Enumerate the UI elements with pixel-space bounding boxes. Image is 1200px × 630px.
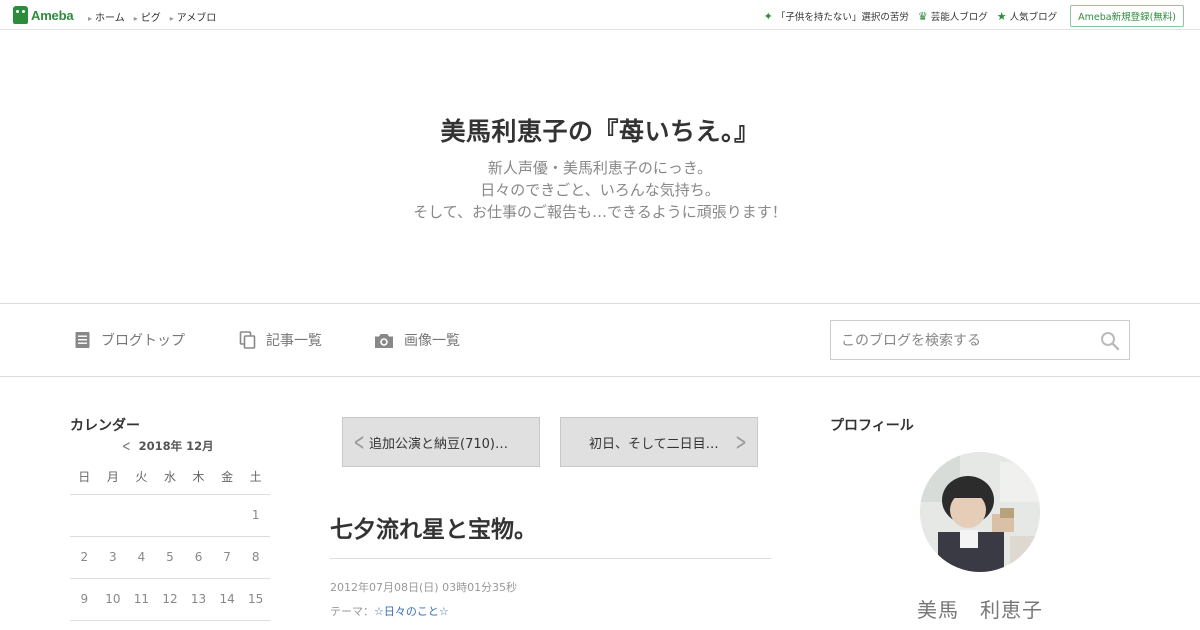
celebrity-blog-label: 芸能人ブログ <box>930 12 988 23</box>
nav-blog-top[interactable]: ブログトップ <box>74 330 185 350</box>
top-right-links: ✦ 「子供を持たない」選択の苦労 ♛ 芸能人ブログ ★ 人気ブログ Ameba新… <box>764 5 1184 27</box>
ameba-logo-text: Ameba <box>31 7 74 23</box>
entry-theme-label: テーマ： <box>330 605 374 618</box>
camera-icon <box>375 333 393 348</box>
entry-date: 2012年07月08日(日) 03時01分35秒 <box>330 581 518 594</box>
weekday: 土 <box>241 460 270 495</box>
calendar-month: 2018年 12月 <box>138 439 214 453</box>
calendar-day: 12 <box>155 578 185 621</box>
weekday: 木 <box>184 460 213 495</box>
calendar-day: 14 <box>212 578 242 621</box>
profile-name[interactable]: 美馬 利恵子 <box>830 594 1130 623</box>
calendar-day <box>127 494 156 537</box>
blog-description-line: 新人声優・美馬利恵子のにっき。 <box>487 159 713 177</box>
nav-blog-top-label: ブログトップ <box>101 333 185 349</box>
chevron-right-icon: > <box>735 428 747 456</box>
calendar-day <box>155 494 185 537</box>
calendar-day: 7 <box>212 536 242 579</box>
popular-blog-label: 人気ブログ <box>1009 12 1058 23</box>
sparkle-icon: ✦ <box>763 9 773 23</box>
weekday: 日 <box>70 460 99 495</box>
top-nav-ameblo[interactable]: アメブロ <box>170 9 217 24</box>
calendar-day <box>70 494 99 537</box>
nav-image-list[interactable]: 画像一覧 <box>374 330 460 350</box>
nav-article-list-label: 記事一覧 <box>266 333 322 349</box>
calendar-day: 13 <box>184 578 213 621</box>
prev-article-button[interactable]: < 追加公演と納豆(710)… <box>342 417 540 467</box>
calendar-day: 5 <box>155 536 185 579</box>
calendar-day <box>98 494 128 537</box>
top-nav-pigg[interactable]: ピグ <box>134 9 161 24</box>
avatar-image <box>920 452 1040 572</box>
prev-article-label: 追加公演と納豆(710)… <box>369 436 508 452</box>
blog-title[interactable]: 美馬利恵子の『苺いちえ。』 <box>0 112 1200 148</box>
copy-icon <box>239 331 256 349</box>
blog-description-line: そして、お仕事のご報告も…できるように頑張ります！ <box>413 203 787 221</box>
calendar-day: 9 <box>70 578 99 621</box>
chevron-left-icon[interactable]: < <box>122 437 131 455</box>
calendar-month-header: < 2018年 12月 <box>120 437 214 455</box>
calendar-week: 9 10 11 12 13 14 15 <box>70 578 270 621</box>
calendar-day <box>184 494 213 537</box>
entry-theme: テーマ：☆日々のこと☆ <box>330 603 449 619</box>
calendar-day: 3 <box>98 536 128 579</box>
calendar-table: 日 月 火 水 木 金 土 1 2 3 4 5 6 7 8 9 10 11 12… <box>70 460 270 621</box>
celebrity-blog-link[interactable]: ♛ 芸能人ブログ <box>917 9 988 24</box>
weekday: 月 <box>98 460 128 495</box>
calendar-day: 1 <box>241 494 270 537</box>
calendar-day: 11 <box>127 578 156 621</box>
next-article-button[interactable]: 初日、そして二日目… > <box>560 417 758 467</box>
next-article-label: 初日、そして二日目… <box>589 436 719 452</box>
blog-description-line: 日々のできごと、いろんな気持ち。 <box>480 181 720 199</box>
calendar-title: カレンダー <box>70 418 140 434</box>
featured-topic-link[interactable]: ✦ 「子供を持たない」選択の苦労 <box>763 9 909 24</box>
calendar-day: 6 <box>184 536 213 579</box>
weekday: 火 <box>127 460 156 495</box>
weekday: 金 <box>212 460 242 495</box>
entry-divider <box>330 558 771 559</box>
document-icon <box>75 332 90 348</box>
calendar-weekdays: 日 月 火 水 木 金 土 <box>70 460 270 495</box>
calendar-day: 8 <box>241 536 270 579</box>
calendar-day: 4 <box>127 536 156 579</box>
blog-description: 新人声優・美馬利恵子のにっき。 日々のできごと、いろんな気持ち。 そして、お仕事… <box>0 157 1200 223</box>
calendar-day <box>212 494 242 537</box>
ameba-logo[interactable]: Ameba <box>13 6 74 24</box>
entry-title[interactable]: 七夕流れ星と宝物。 <box>330 510 537 544</box>
top-nav: ホーム ピグ アメブロ <box>88 9 216 24</box>
chevron-left-icon: < <box>353 428 365 456</box>
calendar-day: 10 <box>98 578 128 621</box>
blog-nav: ブログトップ 記事一覧 画像一覧 <box>0 303 1200 377</box>
search-icon[interactable] <box>1100 331 1120 351</box>
nav-article-list[interactable]: 記事一覧 <box>239 330 322 350</box>
calendar-week: 2 3 4 5 6 7 8 <box>70 536 270 579</box>
entry-theme-link[interactable]: ☆日々のこと☆ <box>374 605 449 618</box>
crown-icon: ♛ <box>917 9 928 23</box>
nav-image-list-label: 画像一覧 <box>404 333 460 349</box>
calendar-day: 15 <box>241 578 270 621</box>
blog-header: 美馬利恵子の『苺いちえ。』 新人声優・美馬利恵子のにっき。 日々のできごと、いろ… <box>0 31 1200 303</box>
calendar-week: 1 <box>70 494 270 537</box>
ameba-logo-icon <box>13 6 28 24</box>
blog-search <box>830 320 1130 360</box>
featured-topic-label: 「子供を持たない」選択の苦労 <box>775 12 909 23</box>
popular-blog-link[interactable]: ★ 人気ブログ <box>996 9 1058 24</box>
weekday: 水 <box>155 460 185 495</box>
global-header: Ameba ホーム ピグ アメブロ ✦ 「子供を持たない」選択の苦労 ♛ 芸能人… <box>0 0 1200 30</box>
profile-avatar[interactable] <box>920 452 1040 572</box>
calendar-day: 2 <box>70 536 99 579</box>
star-icon: ★ <box>996 9 1007 23</box>
profile-title: プロフィール <box>830 418 914 434</box>
search-input[interactable] <box>841 331 1091 351</box>
top-nav-home[interactable]: ホーム <box>88 9 125 24</box>
register-button[interactable]: Ameba新規登録(無料) <box>1070 5 1184 27</box>
